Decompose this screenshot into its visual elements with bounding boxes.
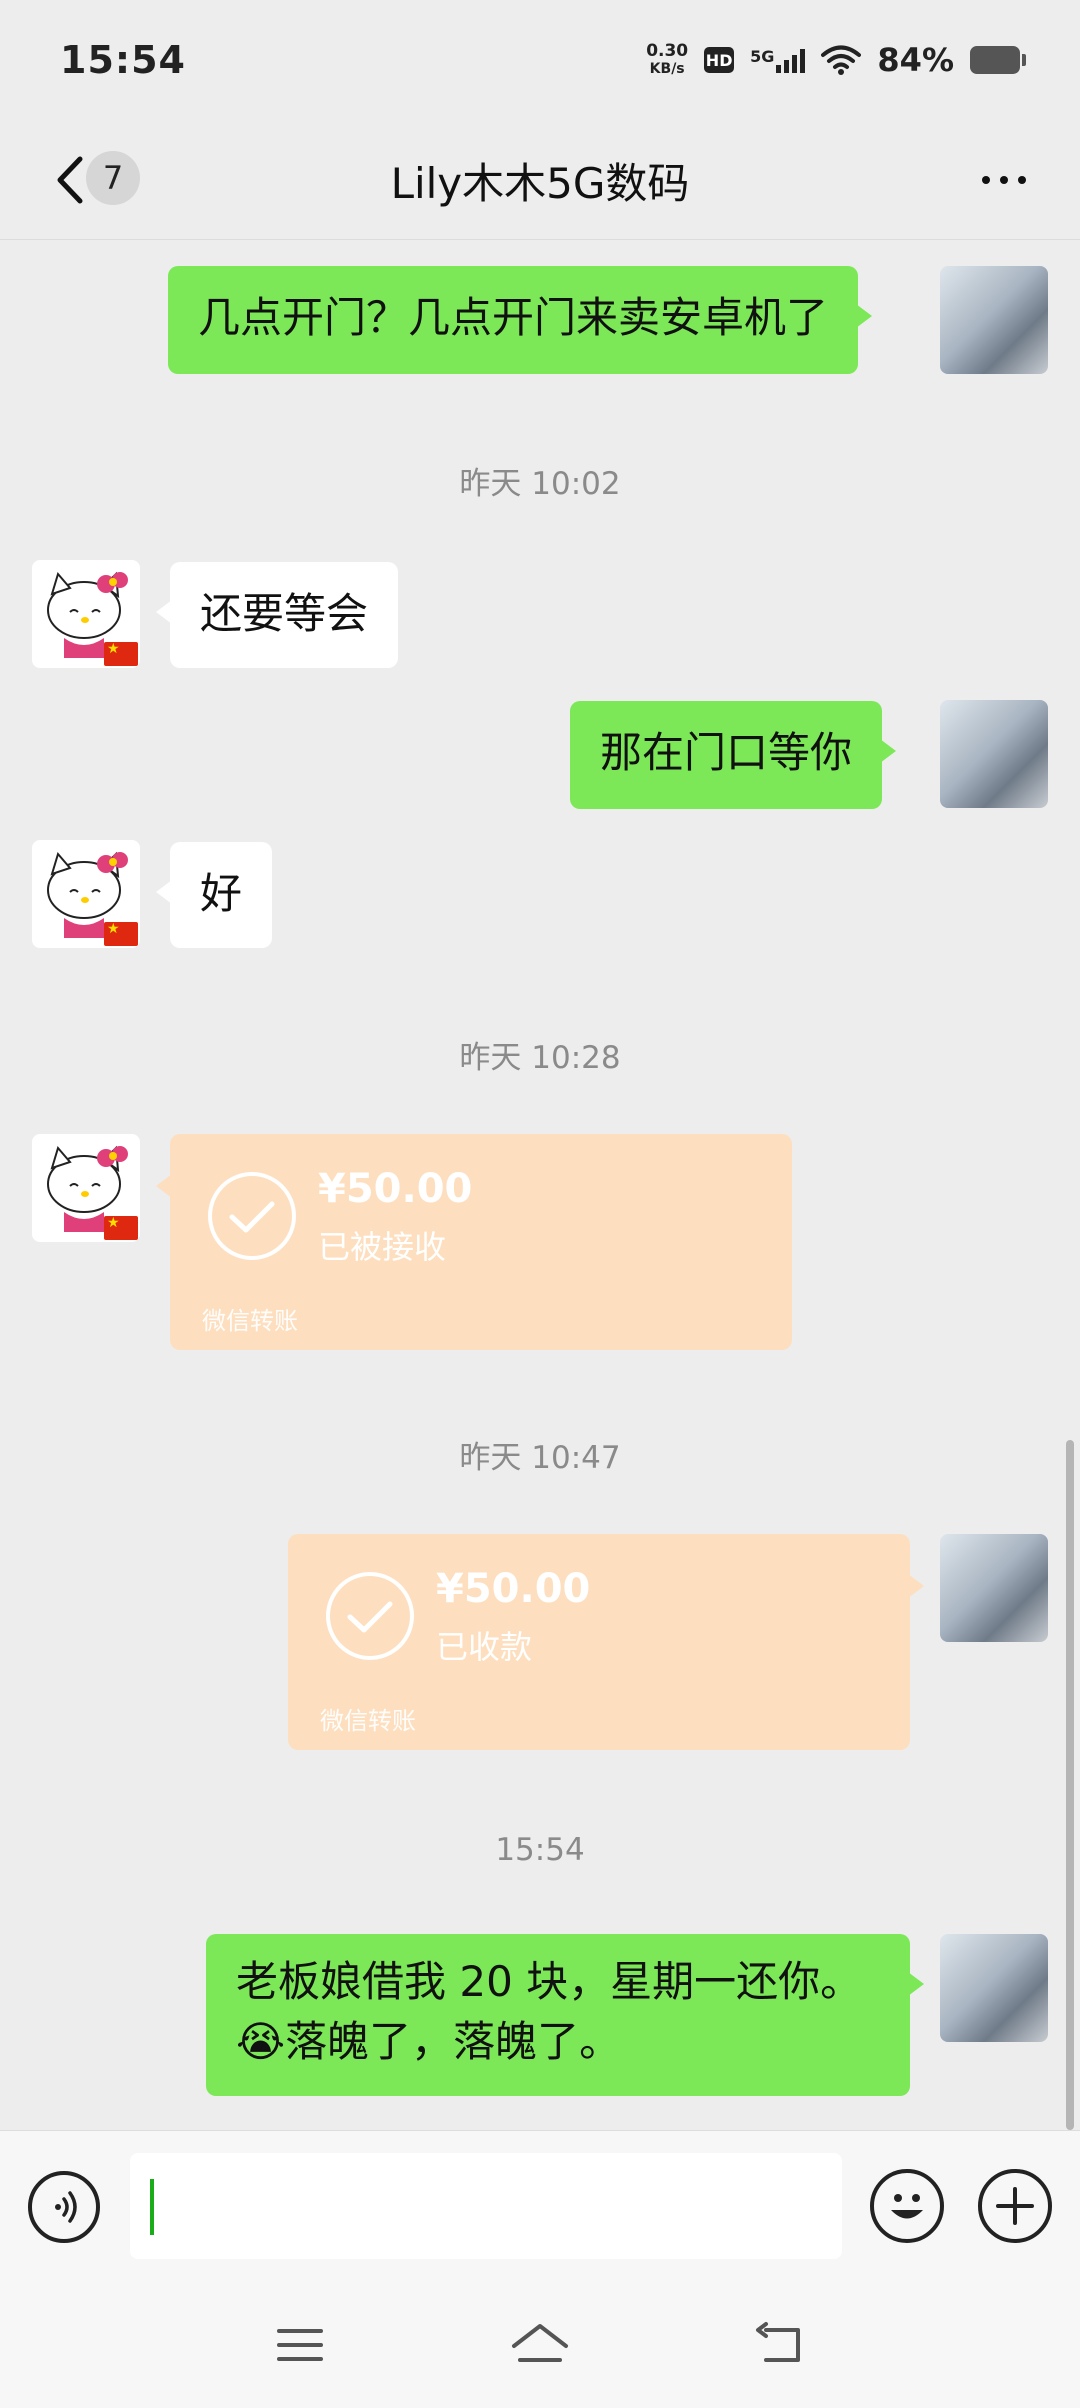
message-timestamp: 昨天 10:47 bbox=[459, 1440, 621, 1476]
message-bubble-other[interactable]: 好 bbox=[155, 842, 273, 948]
transfer-label: 微信转账 bbox=[202, 1307, 298, 1335]
system-nav-bar bbox=[0, 2280, 1080, 2408]
plus-button[interactable] bbox=[978, 2169, 1052, 2243]
transfer-card-received[interactable]: ¥50.00 已被接收 微信转账 bbox=[156, 1134, 792, 1350]
contact-avatar[interactable] bbox=[32, 840, 140, 948]
check-circle-icon bbox=[326, 1572, 414, 1660]
chat-title: Lily木木5G数码 bbox=[390, 158, 690, 208]
my-avatar[interactable] bbox=[940, 266, 1048, 374]
message-bubble-mine[interactable]: 几点开门？几点开门来卖安卓机了 bbox=[168, 266, 873, 374]
flag-icon bbox=[104, 1215, 138, 1240]
nav-back-button[interactable] bbox=[740, 2310, 820, 2380]
transfer-amount: ¥50.00 bbox=[436, 1566, 591, 1612]
network-type: 5G bbox=[750, 47, 775, 66]
more-dot bbox=[982, 176, 990, 184]
nav-menu-button[interactable] bbox=[260, 2310, 340, 2380]
text-caret bbox=[150, 2179, 154, 2235]
voice-button[interactable] bbox=[28, 2171, 100, 2243]
network-speed-unit: KB/s bbox=[649, 61, 685, 77]
menu-icon bbox=[277, 2329, 323, 2361]
message-timestamp: 昨天 10:02 bbox=[459, 466, 621, 502]
home-icon bbox=[512, 2324, 568, 2362]
network-speed-value: 0.30 bbox=[646, 41, 689, 61]
battery-percent: 84% bbox=[877, 41, 954, 79]
message-bubble-mine[interactable]: 老板娘借我 20 块，星期一还你。 😭落魄了，落魄了。 bbox=[206, 1934, 924, 2096]
plus-icon bbox=[996, 2187, 1034, 2225]
crying-laughing-emoji-icon: 😭 bbox=[236, 2017, 286, 2066]
message-text-line1: 老板娘借我 20 块，星期一还你。 bbox=[236, 1957, 863, 2006]
unread-count-badge[interactable]: 7 bbox=[86, 151, 140, 205]
chevron-left-icon bbox=[57, 156, 83, 204]
message-timestamp: 15:54 bbox=[495, 1832, 585, 1868]
status-time: 15:54 bbox=[60, 38, 186, 82]
message-text: 好 bbox=[200, 869, 243, 918]
transfer-label: 微信转账 bbox=[320, 1707, 416, 1735]
my-avatar[interactable] bbox=[940, 1534, 1048, 1642]
message-text: 几点开门？几点开门来卖安卓机了 bbox=[198, 293, 829, 342]
my-avatar[interactable] bbox=[940, 700, 1048, 808]
more-button[interactable] bbox=[964, 155, 1044, 205]
network-speed: 0.30 KB/s bbox=[646, 42, 688, 78]
more-dot bbox=[1018, 176, 1026, 184]
check-circle-icon bbox=[208, 1172, 296, 1260]
message-text-line2: 😭落魄了，落魄了。 bbox=[236, 2012, 880, 2072]
chat-screen: 15:54 0.30 KB/s HD 5G 84% 7 Lily木木5G数码 几… bbox=[0, 0, 1080, 2408]
transfer-card-sent[interactable]: ¥50.00 已收款 微信转账 bbox=[288, 1534, 924, 1750]
return-icon bbox=[756, 2322, 800, 2362]
flag-icon bbox=[104, 921, 138, 946]
message-timestamp: 昨天 10:28 bbox=[459, 1040, 621, 1076]
message-text: 落魄了，落魄了。 bbox=[285, 2017, 622, 2066]
battery-icon bbox=[970, 46, 1026, 74]
smiley-icon bbox=[891, 2194, 923, 2219]
more-dot bbox=[1000, 176, 1008, 184]
wifi-icon bbox=[821, 45, 862, 75]
chat-input-bar bbox=[0, 2130, 1080, 2281]
scrollbar[interactable] bbox=[1066, 1440, 1074, 2130]
flag-icon bbox=[104, 641, 138, 666]
transfer-amount: ¥50.00 bbox=[318, 1166, 473, 1212]
message-bubble-mine[interactable]: 那在门口等你 bbox=[570, 701, 897, 809]
header-divider bbox=[0, 239, 1080, 240]
status-bar: 15:54 0.30 KB/s HD 5G 84% bbox=[0, 0, 1080, 120]
voice-icon bbox=[55, 2191, 77, 2223]
message-text: 那在门口等你 bbox=[600, 728, 853, 777]
message-text: 还要等会 bbox=[200, 589, 369, 638]
transfer-status: 已收款 bbox=[436, 1628, 533, 1666]
emoji-button[interactable] bbox=[870, 2169, 944, 2243]
contact-avatar[interactable] bbox=[32, 1134, 140, 1242]
hd-icon: HD bbox=[704, 47, 735, 73]
chat-header: 7 Lily木木5G数码 bbox=[0, 120, 1080, 240]
contact-avatar[interactable] bbox=[32, 560, 140, 668]
transfer-status: 已被接收 bbox=[318, 1228, 447, 1266]
my-avatar[interactable] bbox=[940, 1934, 1048, 2042]
nav-home-button[interactable] bbox=[500, 2310, 580, 2380]
signal-icon: 5G bbox=[750, 47, 806, 73]
message-bubble-other[interactable]: 还要等会 bbox=[155, 562, 399, 668]
status-icons: 0.30 KB/s HD 5G 84% bbox=[646, 41, 1026, 79]
message-input[interactable] bbox=[130, 2153, 842, 2259]
